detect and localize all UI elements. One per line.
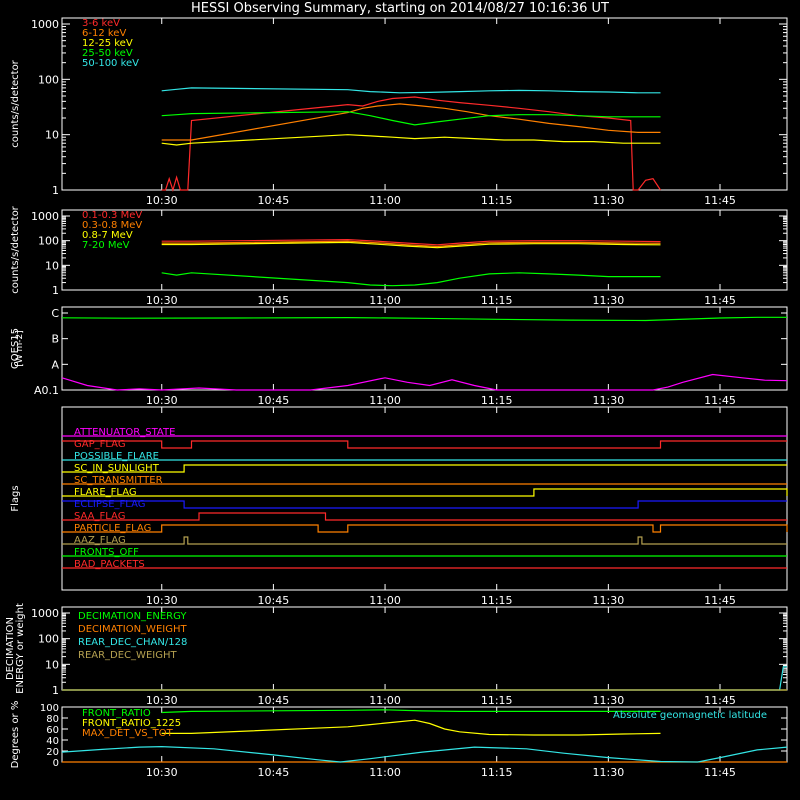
flag-line bbox=[62, 440, 787, 449]
y-tick-label: 1 bbox=[52, 284, 59, 297]
legend-entry: DECIMATION_ENERGY bbox=[78, 611, 187, 622]
x-tick-label: 11:00 bbox=[369, 194, 401, 207]
x-tick-label: 11:00 bbox=[369, 594, 401, 607]
x-tick-label: 11:15 bbox=[481, 194, 513, 207]
y-tick-label: A bbox=[51, 358, 59, 371]
y-tick-label: 0 bbox=[53, 758, 59, 769]
x-tick-label: 10:45 bbox=[258, 594, 290, 607]
x-tick-label: 11:30 bbox=[593, 194, 625, 207]
x-tick-label: 10:30 bbox=[146, 766, 178, 779]
x-tick-label: 11:30 bbox=[593, 766, 625, 779]
annotation-geomagnetic: Absolute geomagnetic latitude bbox=[613, 710, 767, 721]
x-tick-label: 11:15 bbox=[481, 294, 513, 307]
series-line-12-25-keV bbox=[161, 134, 661, 146]
flag-line bbox=[62, 464, 787, 473]
y-tick-label: 10 bbox=[45, 658, 59, 671]
x-tick-label: 11:15 bbox=[481, 694, 513, 707]
legend-entry: 7-20 MeV bbox=[82, 240, 130, 251]
series-line-25-50-keV bbox=[161, 111, 661, 126]
legend-entry: MAX_DET_VS_TOT bbox=[82, 728, 174, 739]
summary-plot: 10:30 10:45 11:00 11:15 11:30 11:45 counts/s/d… bbox=[5, 17, 788, 779]
y-tick-label: 100 bbox=[40, 703, 59, 714]
x-tick-label: 10:45 bbox=[258, 394, 290, 407]
flag-line bbox=[62, 500, 787, 509]
y-tick-label: 10 bbox=[45, 129, 59, 142]
series-line-FRONT_RATIO_1225 bbox=[161, 719, 661, 736]
y-tick-label: 20 bbox=[46, 747, 59, 758]
x-tick-label: 10:30 bbox=[146, 394, 178, 407]
y-tick-label: C bbox=[51, 307, 59, 320]
y-tick-label: 100 bbox=[38, 633, 59, 646]
x-tick-label: 10:45 bbox=[258, 694, 290, 707]
series-line-REAR_DEC_CHAN-128 bbox=[62, 666, 787, 691]
flag-line bbox=[62, 488, 788, 497]
x-tick-label: 10:30 bbox=[146, 694, 178, 707]
x-tick-label: 11:00 bbox=[369, 294, 401, 307]
flag-line bbox=[62, 524, 788, 533]
series-line-7-20-MeV bbox=[161, 272, 661, 287]
x-tick-label: 10:45 bbox=[258, 294, 290, 307]
x-tick-label: 10:30 bbox=[146, 594, 178, 607]
panel-frame-1 bbox=[61, 209, 788, 291]
x-tick-label: 10:30 bbox=[146, 194, 178, 207]
y-tick-label: A0.1 bbox=[34, 384, 59, 397]
legend-entry: REAR_DEC_WEIGHT bbox=[78, 650, 177, 661]
series-line-50-100-keV bbox=[161, 87, 661, 94]
legend-entry: REAR_DEC_CHAN/128 bbox=[78, 637, 187, 648]
y-tick-label: 80 bbox=[46, 714, 59, 725]
x-tick-label: 11:45 bbox=[704, 766, 736, 779]
x-tick-label: 11:45 bbox=[704, 694, 736, 707]
x-tick-label: 11:15 bbox=[481, 394, 513, 407]
legend-entry: 50-100 keV bbox=[82, 58, 139, 69]
y-tick-label: 1000 bbox=[31, 607, 59, 620]
y-tick-label: 40 bbox=[46, 736, 59, 747]
legend-entry: DECIMATION_WEIGHT bbox=[78, 624, 187, 635]
series-line-FRONT_RATIO bbox=[161, 709, 661, 714]
x-tick-label: 11:45 bbox=[704, 394, 736, 407]
series-line-6-12-keV bbox=[161, 103, 661, 141]
y-tick-label: 1000 bbox=[31, 210, 59, 223]
x-tick-label: 11:30 bbox=[593, 394, 625, 407]
y-axis-label: ENERGY or weight bbox=[15, 603, 26, 694]
flag-line bbox=[62, 512, 787, 521]
y-axis-unit: [W m-2] bbox=[15, 330, 25, 367]
x-tick-label: 10:30 bbox=[146, 294, 178, 307]
x-tick-label: 11:30 bbox=[593, 294, 625, 307]
x-tick-label: 11:30 bbox=[593, 594, 625, 607]
x-tick-label: 11:00 bbox=[369, 766, 401, 779]
x-tick-label: 10:45 bbox=[258, 194, 290, 207]
x-tick-label: 11:00 bbox=[369, 694, 401, 707]
x-tick-label: 11:45 bbox=[704, 294, 736, 307]
x-tick-label: 11:45 bbox=[704, 594, 736, 607]
flag-line bbox=[62, 536, 787, 545]
y-tick-label: 1000 bbox=[31, 18, 59, 31]
y-tick-label: B bbox=[51, 333, 59, 346]
y-tick-label: 10 bbox=[45, 259, 59, 272]
y-axis-label: counts/s/detector bbox=[10, 205, 21, 293]
y-axis-label: counts/s/detector bbox=[10, 59, 21, 147]
y-tick-label: 100 bbox=[38, 235, 59, 248]
y-tick-label: 1 bbox=[52, 684, 59, 697]
x-tick-label: 11:30 bbox=[593, 694, 625, 707]
x-tick-label: 11:15 bbox=[481, 594, 513, 607]
y-tick-label: 100 bbox=[38, 73, 59, 86]
series-line-3-6-keV bbox=[161, 96, 661, 193]
x-tick-label: 11:00 bbox=[369, 394, 401, 407]
x-tick-label: 11:45 bbox=[704, 194, 736, 207]
series-line-goes bbox=[61, 316, 787, 322]
x-tick-label: 11:15 bbox=[481, 766, 513, 779]
x-tick-label: 10:45 bbox=[258, 766, 290, 779]
y-axis-label: Flags bbox=[10, 485, 21, 511]
series-line-Absolute-geomagnetic-latitude bbox=[61, 745, 788, 763]
y-tick-label: 1 bbox=[52, 184, 59, 197]
series-line-goes bbox=[61, 373, 788, 391]
y-tick-label: 60 bbox=[46, 725, 59, 736]
panel-frame-0 bbox=[61, 17, 788, 191]
y-axis-label: Degrees or % bbox=[10, 701, 21, 769]
